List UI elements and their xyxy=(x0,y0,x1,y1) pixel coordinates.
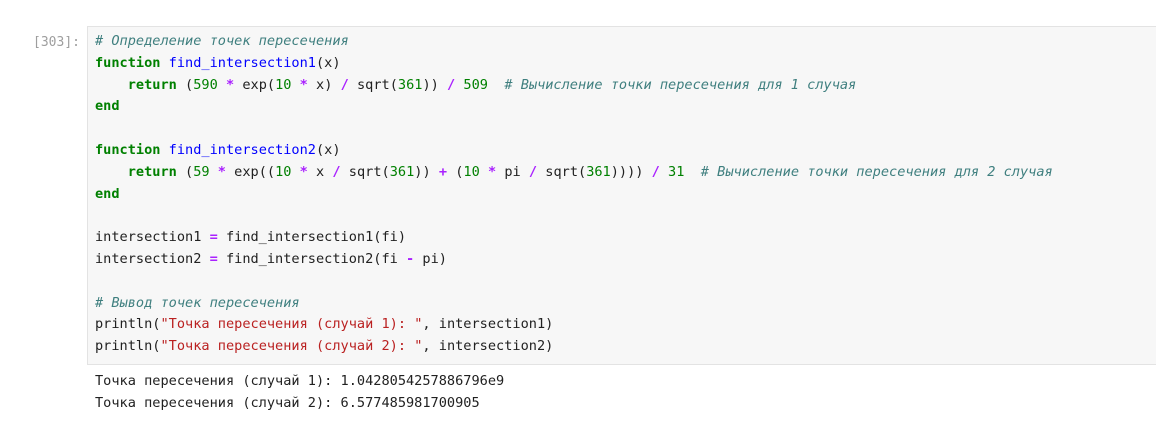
code-line: return (59 * exp((10 * x / sqrt(361)) + … xyxy=(95,162,1053,184)
code-token-number: 590 xyxy=(193,76,218,93)
code-token-number: 361 xyxy=(389,163,415,180)
code-token-plain: )) xyxy=(422,76,448,93)
code-token-keyword: function xyxy=(95,141,161,158)
code-token-operator: * xyxy=(487,163,497,180)
code-token-operator: / xyxy=(651,163,660,180)
code-token-plain: intersection1 xyxy=(95,229,210,246)
code-line: end xyxy=(95,96,1053,118)
code-token-plain: println( xyxy=(95,316,161,333)
code-line: ​ xyxy=(95,118,1053,140)
code-token-string: "Точка пересечения (случай 2): " xyxy=(160,338,423,355)
code-token-plain: exp( xyxy=(234,76,276,93)
code-token-plain: )))) xyxy=(610,163,652,180)
cell-output-area: Точка пересечения (случай 1): 1.04280542… xyxy=(95,371,504,415)
code-token-number: 361 xyxy=(586,163,611,180)
code-token-plain: ( xyxy=(176,163,194,180)
code-token-operator: * xyxy=(299,76,308,93)
output-line: Точка пересечения (случай 1): 1.04280542… xyxy=(95,373,505,389)
code-token-plain: sqrt( xyxy=(340,163,390,180)
code-token-plain: find_intersection1(fi) xyxy=(217,229,407,246)
code-line: ​ xyxy=(95,205,1053,227)
code-token-operator: * xyxy=(217,163,226,180)
code-line: return (590 * exp(10 * x) / sqrt(361)) /… xyxy=(95,75,1053,97)
code-token-plain: sqrt( xyxy=(348,76,398,93)
code-line: println("Точка пересечения (случай 1): "… xyxy=(95,314,1053,336)
code-token-def: find_intersection1 xyxy=(168,54,316,71)
code-token-operator: + xyxy=(438,163,448,180)
code-token-plain: pi) xyxy=(414,250,447,267)
code-token-plain: intersection2 xyxy=(95,250,210,267)
code-token-operator: / xyxy=(332,163,341,180)
code-token-string: "Точка пересечения (случай 1): " xyxy=(160,316,423,333)
code-token-def: find_intersection2 xyxy=(168,141,316,158)
code-token-keyword: return xyxy=(127,163,177,180)
output-line: Точка пересечения (случай 2): 6.57748598… xyxy=(95,394,480,411)
code-token-operator: / xyxy=(447,76,456,93)
code-token-keyword: end xyxy=(95,185,120,202)
code-token-number: 361 xyxy=(397,76,423,93)
code-token-plain: println( xyxy=(95,338,161,355)
code-token-operator: / xyxy=(340,76,349,93)
code-token-comment: # Вывод точек пересечения xyxy=(95,294,300,311)
execution-count-prompt: [303]: xyxy=(33,35,80,50)
code-token-number: 10 xyxy=(275,163,292,180)
code-token-plain: , intersection1) xyxy=(422,316,554,333)
code-token-plain: ( xyxy=(176,76,194,93)
code-line: intersection1 = find_intersection1(fi) xyxy=(95,227,1053,249)
code-token-keyword: end xyxy=(95,98,120,115)
cell-code-editor[interactable]: # Определение точек пересечения function … xyxy=(95,31,1053,358)
code-token-number: 10 xyxy=(275,76,292,93)
code-token-number: 31 xyxy=(668,163,685,180)
code-token-plain: (x) xyxy=(316,54,341,71)
code-token-operator: * xyxy=(225,76,235,93)
code-token-number: 59 xyxy=(193,163,210,180)
code-token-number: 10 xyxy=(463,163,480,180)
code-token-plain: find_intersection2(fi xyxy=(217,250,407,267)
code-token-plain: (x) xyxy=(316,141,341,158)
code-line: println("Точка пересечения (случай 2): "… xyxy=(95,336,1053,358)
code-token-plain: exp(( xyxy=(225,163,276,180)
code-line: intersection2 = find_intersection2(fi - … xyxy=(95,249,1053,271)
code-token-plain: ( xyxy=(447,163,464,180)
code-token-plain: pi xyxy=(496,163,529,180)
code-token-plain: x) xyxy=(307,76,341,93)
code-line: function find_intersection2(x) xyxy=(95,140,1053,162)
code-token-operator: = xyxy=(209,229,218,246)
code-token-plain: )) xyxy=(414,163,439,180)
code-token-operator: * xyxy=(299,163,308,180)
code-token-comment: # Определение точек пересечения xyxy=(95,33,349,49)
code-token-operator: - xyxy=(406,250,415,267)
code-token-plain: , intersection2) xyxy=(422,338,554,355)
code-token-operator: = xyxy=(209,250,218,267)
code-line: ​ xyxy=(95,271,1053,293)
code-token-keyword: function xyxy=(95,54,161,71)
code-token-keyword: return xyxy=(127,76,177,93)
code-token-operator: / xyxy=(528,163,538,180)
code-token-plain: x xyxy=(307,163,333,180)
code-line: end xyxy=(95,184,1053,206)
code-line: # Вывод точек пересечения xyxy=(95,293,1053,315)
code-token-plain: sqrt( xyxy=(537,163,587,180)
code-line: # Определение точек пересечения xyxy=(95,31,1053,53)
notebook-code-cell: [303]: # Определение точек пересечения fu… xyxy=(0,0,1156,432)
code-token-number: 509 xyxy=(463,76,488,93)
code-token-comment: # Вычисление точки пересечения для 2 слу… xyxy=(700,163,1053,180)
code-line: function find_intersection1(x) xyxy=(95,53,1053,75)
code-token-comment: # Вычисление точки пересечения для 1 слу… xyxy=(504,76,857,93)
